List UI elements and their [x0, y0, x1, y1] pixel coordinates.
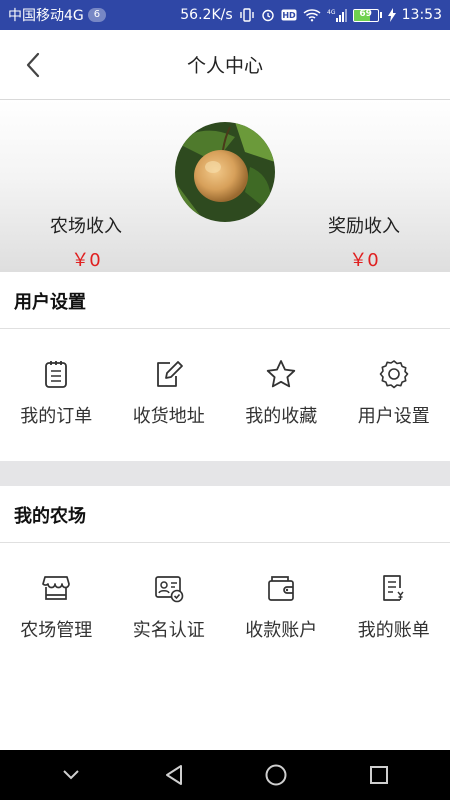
app-header: 个人中心 [0, 30, 450, 100]
star-icon [265, 358, 297, 390]
carrier-label: 中国移动4G [8, 8, 84, 24]
my-orders-button[interactable]: 我的订单 [0, 330, 113, 460]
nav-home-button[interactable] [256, 755, 296, 795]
user-settings-grid: 我的订单 收货地址 我的收藏 用户设置 [0, 330, 450, 460]
carrier-info: 中国移动4G 6 [8, 5, 107, 25]
svg-text:HD: HD [282, 11, 296, 20]
nav-back-button[interactable] [154, 755, 194, 795]
wallet-icon [265, 572, 297, 604]
system-navigation-bar [0, 750, 450, 800]
hd-icon: HD [281, 9, 297, 21]
triangle-back-icon [165, 765, 182, 785]
farm-income-label: 农场收入 [50, 216, 122, 237]
user-settings-section-title: 用户设置 [0, 273, 450, 329]
battery-level: 69 [359, 8, 372, 19]
storefront-icon [40, 572, 72, 604]
user-settings-label: 用户设置 [357, 406, 430, 427]
notification-count-badge: 6 [87, 8, 107, 22]
my-bills-button[interactable]: 我的账单 [338, 544, 450, 674]
farm-income-value: ￥0 [71, 250, 101, 271]
section-divider [0, 461, 450, 486]
my-orders-label: 我的订单 [20, 406, 93, 427]
farm-management-button[interactable]: 农场管理 [0, 544, 113, 674]
nav-recents-button[interactable] [359, 755, 399, 795]
my-bills-label: 我的账单 [357, 620, 430, 641]
network-type-label: 4G [327, 9, 336, 16]
shipping-address-button[interactable]: 收货地址 [113, 330, 226, 460]
page-title: 个人中心 [186, 55, 263, 77]
my-favorites-label: 我的收藏 [245, 406, 318, 427]
gear-icon [378, 358, 410, 390]
edit-note-icon [153, 358, 185, 390]
my-farm-grid: 农场管理 实名认证 收款账户 我的账单 [0, 544, 450, 674]
chevron-left-icon [26, 52, 40, 78]
farm-management-label: 农场管理 [20, 620, 93, 641]
reward-income-value: ￥0 [349, 250, 379, 271]
reward-income: 奖励收入 ￥0 [304, 212, 424, 272]
square-recents-icon [369, 766, 388, 784]
id-card-check-icon [153, 572, 185, 604]
alarm-icon [261, 8, 275, 22]
status-bar: 中国移动4G 6 56.2K/s HD 4G 69 13:53 [0, 0, 450, 30]
wifi-icon [303, 8, 321, 22]
vibrate-icon [239, 8, 255, 22]
my-farm-section-title: 我的农场 [0, 487, 450, 543]
signal-icon: 4G [327, 8, 347, 22]
clipboard-list-icon [40, 358, 72, 390]
real-name-verification-label: 实名认证 [132, 620, 205, 641]
charging-icon [387, 8, 396, 22]
payment-account-button[interactable]: 收款账户 [225, 544, 338, 674]
bill-icon [378, 572, 410, 604]
my-favorites-button[interactable]: 我的收藏 [225, 330, 338, 460]
chevron-down-icon [63, 770, 79, 780]
farm-income: 农场收入 ￥0 [26, 212, 146, 272]
battery-icon: 69 [352, 8, 382, 22]
reward-income-label: 奖励收入 [328, 216, 400, 237]
status-indicators: 56.2K/s HD 4G 69 13:53 [180, 7, 442, 23]
user-settings-button[interactable]: 用户设置 [338, 330, 450, 460]
shipping-address-label: 收货地址 [132, 406, 205, 427]
circle-home-icon [265, 764, 287, 786]
profile-summary: 农场收入 ￥0 奖励收入 ￥0 [0, 100, 450, 272]
network-speed: 56.2K/s [180, 7, 233, 23]
hide-keyboard-button[interactable] [51, 755, 91, 795]
back-button[interactable] [18, 50, 48, 80]
payment-account-label: 收款账户 [245, 620, 318, 641]
real-name-verification-button[interactable]: 实名认证 [113, 544, 226, 674]
clock-time: 13:53 [401, 7, 442, 23]
avatar[interactable] [175, 122, 275, 222]
